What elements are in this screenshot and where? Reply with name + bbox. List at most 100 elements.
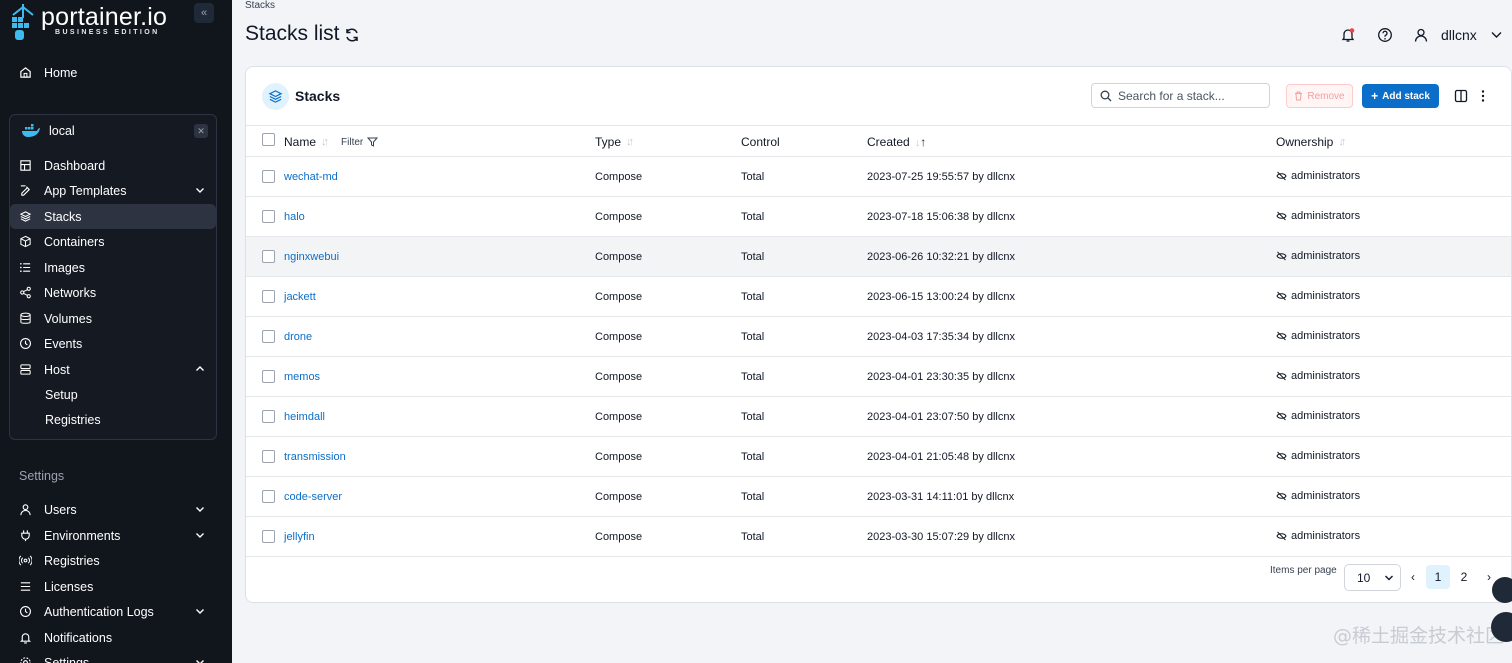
- box-icon: [18, 235, 32, 249]
- table-row[interactable]: memos Compose Total 2023-04-01 23:30:35 by …: [246, 357, 1511, 397]
- row-checkbox[interactable]: [262, 410, 275, 423]
- columns-icon[interactable]: [1454, 89, 1468, 103]
- column-header-name[interactable]: Name ↓↑ Filter: [284, 135, 379, 149]
- card-title: Stacks: [295, 88, 341, 104]
- more-options-icon[interactable]: [1478, 89, 1488, 103]
- chevron-down-icon[interactable]: [1491, 31, 1502, 39]
- table-row[interactable]: heimdall Compose Total 2023-04-01 23:07:50 …: [246, 397, 1511, 437]
- table-row[interactable]: halo Compose Total 2023-07-18 15:06:38 by d…: [246, 197, 1511, 237]
- stack-control: Total: [741, 411, 765, 423]
- sidebar-item-licenses[interactable]: Licenses: [10, 574, 216, 599]
- column-header-type[interactable]: Type ↓↑: [595, 135, 634, 149]
- sidebar-item-home[interactable]: Home: [10, 60, 216, 85]
- breadcrumb[interactable]: Stacks: [245, 0, 275, 11]
- row-checkbox[interactable]: [262, 370, 275, 383]
- column-header-ownership[interactable]: Ownership ↓↑: [1276, 135, 1346, 149]
- list-icon: [18, 261, 32, 275]
- sidebar-item-images[interactable]: Images: [10, 255, 216, 280]
- page-button-1[interactable]: 1: [1426, 565, 1450, 589]
- translate-float-icon[interactable]: [1492, 577, 1512, 603]
- row-checkbox[interactable]: [262, 450, 275, 463]
- table-row[interactable]: wechat-md Compose Total 2023-07-25 19:55:57…: [246, 157, 1511, 197]
- stack-name-link[interactable]: jellyfin: [284, 531, 315, 543]
- sidebar-item-environments[interactable]: Environments: [10, 523, 216, 548]
- help-icon[interactable]: [1377, 27, 1393, 43]
- stack-name-link[interactable]: jackett: [284, 291, 316, 303]
- items-per-page-select[interactable]: 10: [1344, 564, 1401, 591]
- sidebar-item-users[interactable]: Users: [10, 497, 216, 522]
- sidebar-item-registries[interactable]: Registries: [10, 548, 216, 573]
- chevron-down-icon[interactable]: [194, 529, 206, 541]
- stack-name-link[interactable]: drone: [284, 331, 312, 343]
- sidebar-item-notifications[interactable]: Notifications: [10, 625, 216, 650]
- eye-off-icon: [1276, 251, 1287, 261]
- close-environment-icon[interactable]: ✕: [194, 124, 208, 138]
- collapse-sidebar-button[interactable]: «: [194, 3, 214, 23]
- notifications-bell-icon[interactable]: [1340, 27, 1356, 43]
- user-menu-name[interactable]: dllcnx: [1441, 27, 1477, 43]
- stack-type: Compose: [595, 531, 643, 543]
- stack-name-link[interactable]: halo: [284, 211, 305, 223]
- stack-name-link[interactable]: memos: [284, 371, 320, 383]
- stack-name-link[interactable]: wechat-md: [284, 171, 338, 183]
- chevron-down-icon[interactable]: [194, 656, 206, 663]
- filter-button[interactable]: Filter: [341, 137, 379, 148]
- portainer-logo[interactable]: portainer.io BUSINESS EDITION: [9, 3, 179, 43]
- search-input[interactable]: [1118, 87, 1266, 105]
- row-checkbox[interactable]: [262, 490, 275, 503]
- row-checkbox[interactable]: [262, 210, 275, 223]
- sidebar-item-stacks[interactable]: Stacks: [10, 204, 216, 229]
- previous-page-button[interactable]: ‹: [1401, 565, 1425, 589]
- sidebar-subitem-registries[interactable]: Registries: [45, 413, 101, 427]
- table-row[interactable]: drone Compose Total 2023-04-03 17:35:34 by …: [246, 317, 1511, 357]
- table-row[interactable]: code-server Compose Total 2023-03-31 14:11:…: [246, 477, 1511, 517]
- stack-type: Compose: [595, 251, 643, 263]
- row-checkbox[interactable]: [262, 250, 275, 263]
- eye-off-icon: [1276, 451, 1287, 461]
- chevron-down-icon[interactable]: [194, 184, 206, 196]
- row-checkbox[interactable]: [262, 290, 275, 303]
- sidebar-item-authentication-logs[interactable]: Authentication Logs: [10, 599, 216, 624]
- sidebar-item-containers[interactable]: Containers: [10, 229, 216, 254]
- stack-name-link[interactable]: code-server: [284, 491, 342, 503]
- stack-type: Compose: [595, 171, 643, 183]
- sidebar-item-dashboard[interactable]: Dashboard: [10, 153, 216, 178]
- select-all-checkbox[interactable]: [262, 133, 275, 146]
- column-ownership-label: Ownership: [1276, 135, 1334, 149]
- sort-ascending-icon: ↓↑: [914, 135, 927, 149]
- sidebar-item-networks[interactable]: Networks: [10, 280, 216, 305]
- brand-name: portainer.io: [41, 3, 168, 31]
- row-checkbox[interactable]: [262, 330, 275, 343]
- table-row[interactable]: jackett Compose Total 2023-06-15 13:00:24 b…: [246, 277, 1511, 317]
- sidebar-subitem-setup[interactable]: Setup: [45, 388, 78, 402]
- page-button-2[interactable]: 2: [1452, 565, 1476, 589]
- stack-type: Compose: [595, 331, 643, 343]
- user-icon[interactable]: [1413, 27, 1429, 43]
- column-header-created[interactable]: Created ↓↑: [867, 135, 926, 149]
- sidebar-item-app-templates[interactable]: App Templates: [10, 178, 216, 203]
- stack-ownership: administrators: [1276, 290, 1360, 302]
- card-header: Stacks Remove + Add stack: [246, 67, 1511, 126]
- remove-button[interactable]: Remove: [1286, 84, 1353, 108]
- row-checkbox[interactable]: [262, 530, 275, 543]
- stack-ownership: administrators: [1276, 530, 1360, 542]
- table-row[interactable]: transmission Compose Total 2023-04-01 21:05…: [246, 437, 1511, 477]
- portainer-logo-icon: [12, 4, 34, 40]
- row-checkbox[interactable]: [262, 170, 275, 183]
- chevron-up-icon[interactable]: [194, 363, 206, 375]
- stack-name-link[interactable]: nginxwebui: [284, 251, 339, 263]
- refresh-icon[interactable]: [344, 27, 360, 43]
- sidebar-item-volumes[interactable]: Volumes: [10, 306, 216, 331]
- table-row[interactable]: jellyfin Compose Total 2023-03-30 15:07:29 …: [246, 517, 1511, 557]
- chevron-down-icon[interactable]: [194, 605, 206, 617]
- chevron-down-icon[interactable]: [194, 503, 206, 515]
- stack-name-link[interactable]: heimdall: [284, 411, 325, 423]
- sidebar-item-events[interactable]: Events: [10, 331, 216, 356]
- sidebar-item-host[interactable]: Host: [10, 357, 216, 382]
- add-stack-button[interactable]: + Add stack: [1362, 84, 1439, 108]
- stack-name-link[interactable]: transmission: [284, 451, 346, 463]
- sidebar-item-settings[interactable]: Settings: [10, 650, 216, 663]
- stack-ownership: administrators: [1276, 370, 1360, 382]
- table-row[interactable]: nginxwebui Compose Total 2023-06-26 10:32:2…: [246, 237, 1511, 277]
- environment-header[interactable]: local ✕: [10, 115, 216, 147]
